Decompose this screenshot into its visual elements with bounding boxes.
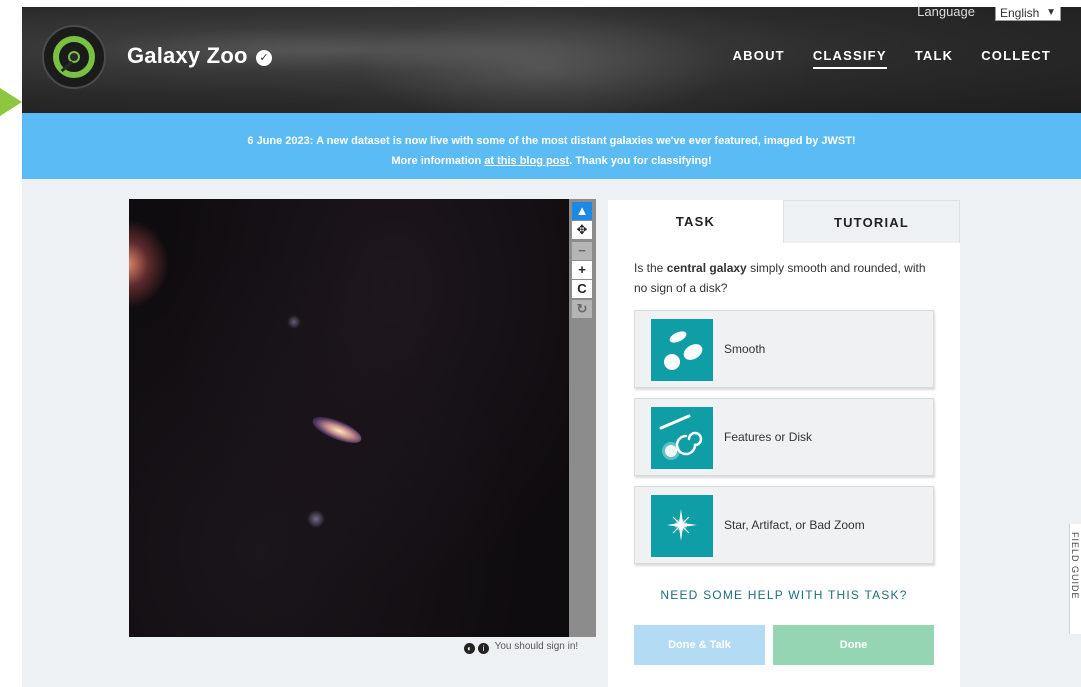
announcement-text-before-link: More information (391, 155, 485, 167)
sign-in-hint[interactable]: You should sign in! (495, 641, 579, 652)
answer-label: Star, Artifact, or Bad Zoom (724, 518, 865, 532)
invert-icon[interactable]: ◐ (464, 643, 475, 654)
tab-task[interactable]: TASK (608, 200, 783, 243)
answer-smooth[interactable]: Smooth (634, 310, 934, 388)
field-guide-tab[interactable]: FIELD GUIDE (1069, 524, 1081, 634)
zoom-out-icon[interactable]: − (572, 242, 592, 260)
faint-object (287, 315, 301, 329)
announcement-line-1: 6 June 2023: A new dataset is now live w… (247, 135, 856, 147)
task-tabs: TASK TUTORIAL (608, 200, 960, 243)
faint-object (307, 510, 325, 528)
announcement-banner: 6 June 2023: A new dataset is now live w… (22, 113, 1081, 179)
nav-collect[interactable]: COLLECT (981, 48, 1051, 69)
language-value: English (1000, 7, 1040, 20)
tab-tutorial[interactable]: TUTORIAL (783, 200, 960, 243)
question-text-before: Is the (634, 261, 667, 275)
nav-classify[interactable]: CLASSIFY (812, 48, 887, 69)
announcement-text-after-link: . Thank you for classifying! (569, 155, 712, 167)
task-question: Is the central galaxy simply smooth and … (634, 258, 934, 298)
star-artifact-icon (651, 495, 713, 557)
language-select[interactable]: English ▼ (995, 7, 1061, 21)
galaxy-zoo-logo-icon[interactable] (42, 25, 106, 89)
zoom-in-icon[interactable]: + (572, 261, 592, 279)
rotate-icon[interactable]: C (572, 280, 592, 298)
task-panel: TASK TUTORIAL Is the central galaxy simp… (608, 200, 960, 687)
language-label: Language (917, 7, 975, 19)
help-link[interactable]: NEED SOME HELP WITH THIS TASK? (608, 588, 960, 602)
nav-talk[interactable]: TALK (915, 48, 954, 69)
smooth-galaxies-icon (651, 319, 713, 381)
answer-features-or-disk[interactable]: Features or Disk (634, 398, 934, 476)
blog-post-link[interactable]: at this blog post (484, 155, 569, 167)
chevron-down-icon: ▼ (1046, 7, 1056, 18)
pointer-arrow-icon (0, 88, 22, 116)
main-nav: ABOUT CLASSIFY TALK COLLECT (705, 48, 1051, 69)
classify-main: ▲ ✥ − + C ↻ ◐ i You should sign in! TASK … (22, 179, 1081, 687)
nav-about[interactable]: ABOUT (733, 48, 785, 69)
done-and-talk-button[interactable]: Done & Talk (634, 625, 765, 665)
done-button[interactable]: Done (773, 625, 934, 665)
announcement-line-2: More information at this blog post. Than… (22, 151, 1081, 171)
answer-label: Features or Disk (724, 430, 813, 444)
subject-image[interactable] (129, 199, 569, 637)
featured-galaxies-icon (651, 407, 713, 469)
page: Galaxy Zoo ✓ Language English ▼ ABOUT CL… (0, 0, 1081, 687)
pan-tool-icon[interactable]: ✥ (572, 221, 592, 239)
reset-icon[interactable]: ↻ (572, 300, 592, 318)
field-guide-label: FIELD GUIDE (1070, 532, 1080, 600)
answer-label: Smooth (724, 342, 766, 356)
answer-star-artifact-bad-zoom[interactable]: Star, Artifact, or Bad Zoom (634, 486, 934, 564)
site-title[interactable]: Galaxy Zoo (127, 43, 248, 69)
pointer-tool-icon[interactable]: ▲ (572, 202, 592, 220)
subject-footer: ◐ i You should sign in! (464, 641, 578, 654)
verified-check-icon: ✓ (256, 50, 272, 66)
site-header: Galaxy Zoo ✓ Language English ▼ ABOUT CL… (22, 7, 1081, 113)
question-text-bold: central galaxy (666, 261, 747, 275)
info-icon[interactable]: i (478, 643, 489, 654)
image-toolbar: ▲ ✥ − + C ↻ (569, 199, 596, 637)
sky-background (129, 199, 569, 637)
